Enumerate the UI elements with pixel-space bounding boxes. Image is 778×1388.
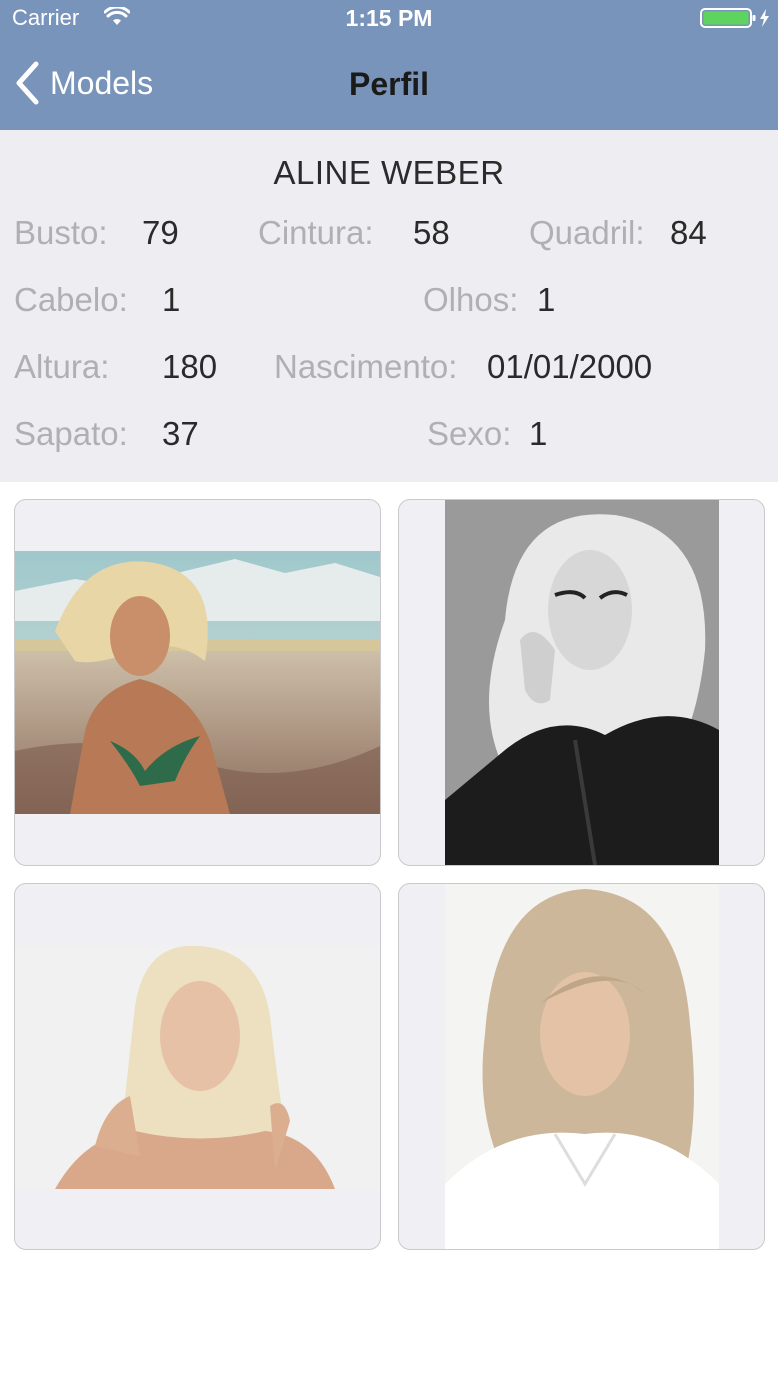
sapato-value: 37 [162,415,199,452]
battery-icon [700,7,772,34]
sapato-label: Sapato: [14,415,128,452]
photo-card-3[interactable] [14,883,381,1250]
olhos-value: 1 [537,281,556,318]
navigation-bar: Models Perfil [0,36,778,130]
altura-value: 180 [162,348,218,385]
altura-label: Altura: [14,348,110,385]
profile-panel: ALINE WEBER Busto: 79 Cintura: 58 Quadri… [0,130,778,482]
photo-card-2[interactable] [398,499,765,866]
cintura-value: 58 [413,214,450,251]
model-white-background-portrait-photo [15,946,380,1189]
olhos-label: Olhos: [423,281,519,318]
sexo-label: Sexo: [427,415,512,452]
nascimento-value: 01/01/2000 [487,348,653,385]
status-bar: Carrier 1:15 PM [0,0,778,36]
nascimento-label: Nascimento: [274,348,458,385]
model-white-shirt-portrait-photo [445,884,719,1249]
app-header: Carrier 1:15 PM Models Perfil [0,0,778,130]
cabelo-value: 1 [162,281,181,318]
sexo-value: 1 [529,415,548,452]
model-beach-bikini-photo [15,551,380,814]
cabelo-label: Cabelo: [14,281,128,318]
status-time: 1:15 PM [345,5,433,31]
page-title: Perfil [348,66,430,102]
cintura-label: Cintura: [258,214,374,251]
photo-card-4[interactable] [398,883,765,1250]
quadril-label: Quadril: [529,214,645,251]
model-black-white-leather-jacket-photo [445,500,719,865]
busto-label: Busto: [14,214,108,251]
busto-value: 79 [142,214,179,251]
model-name: ALINE WEBER [273,154,505,191]
quadril-value: 84 [670,214,707,251]
photo-card-1[interactable] [14,499,381,866]
